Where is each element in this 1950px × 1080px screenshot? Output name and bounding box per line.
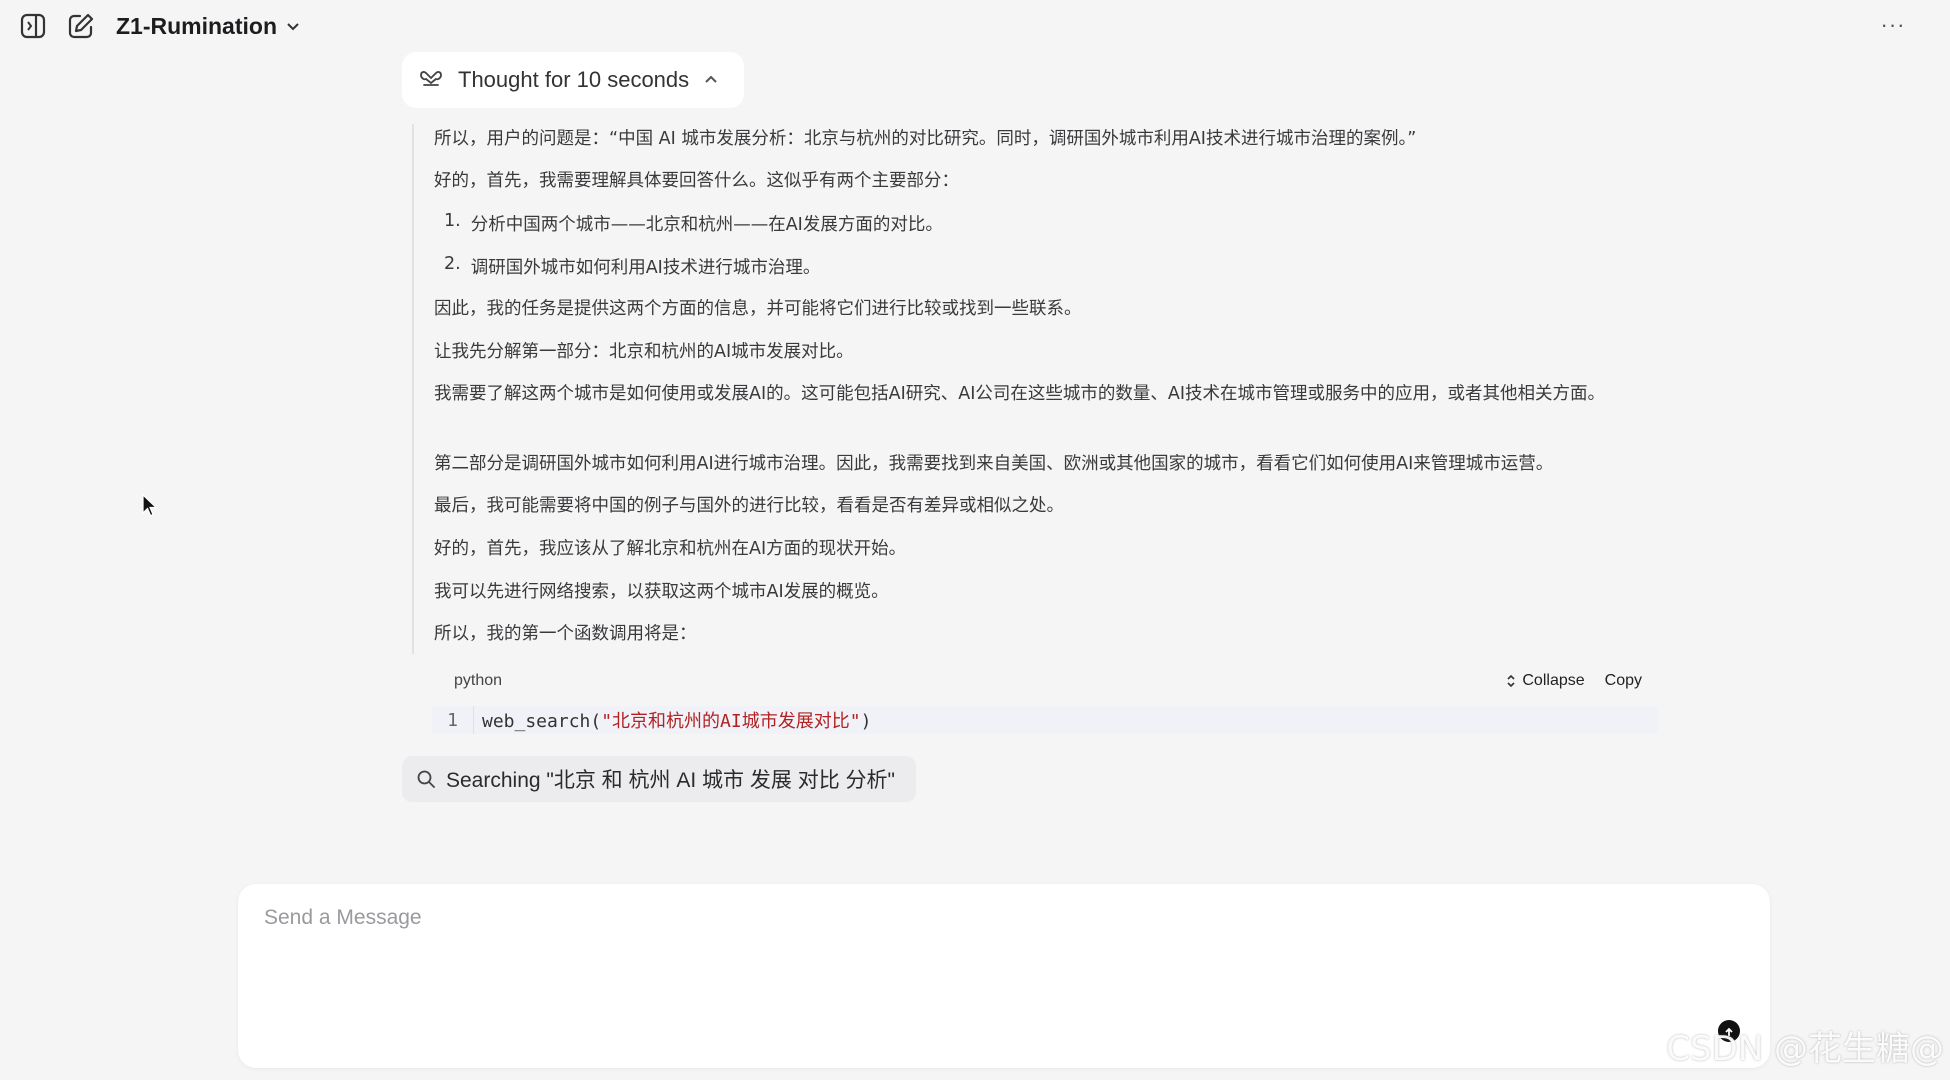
list-text: 分析中国两个城市——北京和杭州——在AI发展方面的对比。 bbox=[470, 215, 943, 235]
code-string: "北京和杭州的AI城市发展对比" bbox=[601, 711, 861, 732]
code-suffix: ) bbox=[860, 711, 872, 732]
collapse-code-button[interactable]: Collapse bbox=[1506, 672, 1585, 690]
ellipsis-icon: ··· bbox=[1880, 12, 1906, 37]
edit-pencil-icon bbox=[68, 13, 94, 39]
thought-paragraph: 让我先分解第一部分：北京和杭州的AI城市发展对比。 bbox=[434, 342, 854, 362]
chevron-down-icon bbox=[287, 23, 299, 31]
list-number: 1. bbox=[444, 211, 461, 231]
code-block-header: python Collapse Copy bbox=[432, 668, 1658, 698]
sidebar-panel-icon bbox=[20, 13, 46, 39]
thought-list-item: 1. 分析中国两个城市——北京和杭州——在AI发展方面的对比。 bbox=[444, 211, 1644, 236]
code-line: 1 web_search("北京和杭州的AI城市发展对比") bbox=[432, 706, 1658, 734]
more-options-button[interactable]: ··· bbox=[1876, 10, 1910, 40]
thought-paragraph: 所以，用户的问题是：“中国 AI 城市发展分析：北京与杭州的对比研究。同时，调研… bbox=[434, 129, 1417, 149]
code-text: web_search("北京和杭州的AI城市发展对比") bbox=[474, 707, 871, 733]
thought-list-item: 2. 调研国外城市如何利用AI技术进行城市治理。 bbox=[444, 254, 1644, 279]
code-language-label: python bbox=[454, 672, 503, 689]
model-name-label: Z1-Rumination bbox=[116, 12, 277, 39]
code-actions: Collapse Copy bbox=[1506, 672, 1642, 690]
new-chat-button[interactable] bbox=[64, 9, 98, 43]
thought-paragraph: 我需要了解这两个城市是如何使用或发展AI的。这可能包括AI研究、AI公司在这些城… bbox=[434, 384, 1606, 404]
thought-paragraph: 好的，首先，我需要理解具体要回答什么。这似乎有两个主要部分： bbox=[434, 171, 959, 191]
list-number: 2. bbox=[444, 254, 461, 274]
message-input[interactable] bbox=[262, 904, 1662, 964]
sidebar-toggle-button[interactable] bbox=[16, 9, 50, 43]
model-selector[interactable]: Z1-Rumination bbox=[116, 12, 301, 40]
thought-content: 所以，用户的问题是：“中国 AI 城市发展分析：北京与杭州的对比研究。同时，调研… bbox=[412, 124, 1662, 654]
code-function: web_search( bbox=[482, 711, 602, 732]
message-composer bbox=[238, 884, 1770, 1068]
chevron-up-icon bbox=[705, 75, 717, 83]
thought-toggle-label: Thought for 10 seconds bbox=[458, 67, 690, 92]
line-number: 1 bbox=[432, 706, 474, 734]
list-text: 调研国外城市如何利用AI技术进行城市治理。 bbox=[470, 258, 821, 278]
thought-paragraph: 第二部分是调研国外城市如何利用AI进行城市治理。因此，我需要找到来自美国、欧洲或… bbox=[434, 454, 1554, 474]
copy-label: Copy bbox=[1604, 672, 1642, 689]
top-bar: Z1-Rumination ··· bbox=[0, 0, 1950, 52]
copy-code-button[interactable]: Copy bbox=[1605, 672, 1642, 690]
thought-paragraph: 最后，我可能需要将中国的例子与国外的进行比较，看看是否有差异或相似之处。 bbox=[434, 496, 1064, 516]
search-status-text: Searching "北京 和 杭州 AI 城市 发展 对比 分析" bbox=[446, 769, 895, 792]
thought-paragraph: 因此，我的任务是提供这两个方面的信息，并可能将它们进行比较或找到一些联系。 bbox=[434, 299, 1082, 319]
mouse-cursor-icon bbox=[142, 494, 158, 517]
thought-paragraph: 好的，首先，我应该从了解北京和杭州在AI方面的现状开始。 bbox=[434, 539, 907, 559]
search-status[interactable]: Searching "北京 和 杭州 AI 城市 发展 对比 分析" bbox=[402, 756, 916, 802]
thinking-icon bbox=[420, 71, 442, 86]
thought-paragraph: 我可以先进行网络搜索，以获取这两个城市AI发展的概览。 bbox=[434, 582, 889, 602]
thought-toggle[interactable]: Thought for 10 seconds bbox=[402, 52, 744, 108]
expand-collapse-icon bbox=[1507, 674, 1515, 688]
thought-paragraph: 所以，我的第一个函数调用将是： bbox=[434, 624, 697, 644]
code-block: python Collapse Copy 1 web_search("北京和杭州… bbox=[432, 668, 1658, 734]
watermark: CSDN @花生糖@ bbox=[1666, 1029, 1944, 1069]
collapse-label: Collapse bbox=[1522, 672, 1585, 689]
search-icon bbox=[417, 770, 435, 788]
